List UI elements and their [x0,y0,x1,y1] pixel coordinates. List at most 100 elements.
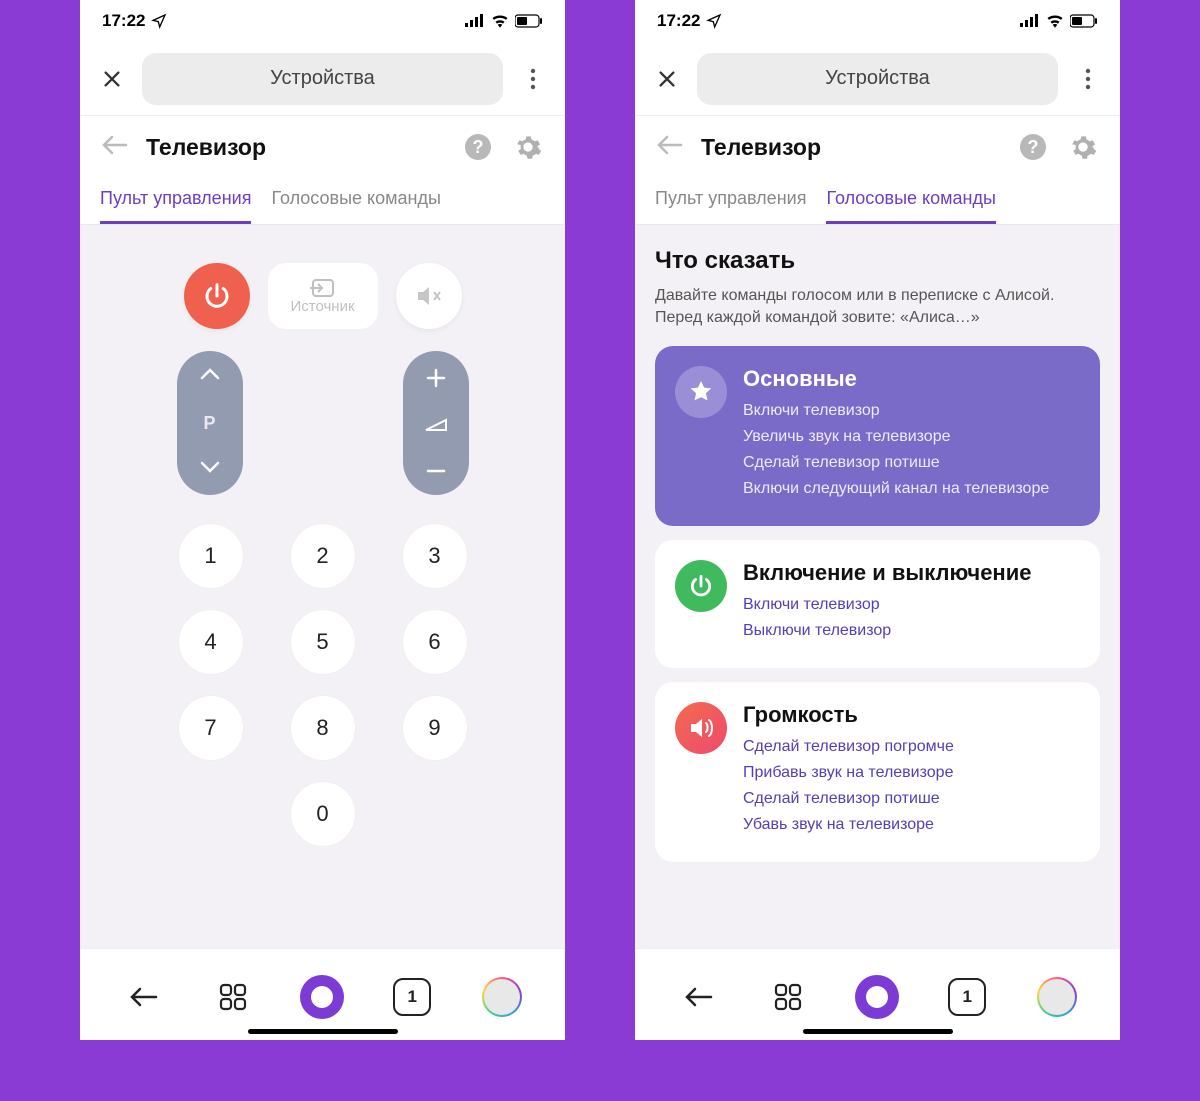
device-header: Телевизор ? [635,116,1120,178]
nav-apps-button[interactable] [766,975,810,1019]
settings-button[interactable] [1066,130,1100,164]
voice-command: Сделай телевизор потише [743,454,1080,472]
voice-subtext: Давайте команды голосом или в переписке … [655,285,1100,328]
help-button[interactable]: ? [461,130,495,164]
voice-command: Сделай телевизор погромче [743,738,1080,756]
volume-rocker [403,351,469,495]
card-list: Включи телевизор Выключи телевизор [743,596,1080,640]
tab-voice[interactable]: Голосовые команды [826,178,995,224]
avatar-icon [1037,977,1077,1017]
wifi-icon [1046,14,1064,28]
source-button[interactable]: Источник [268,263,378,329]
speaker-icon [675,702,727,754]
voice-command: Сделай телевизор потише [743,790,1080,808]
power-button[interactable] [184,263,250,329]
volume-up-button[interactable] [425,367,447,394]
numpad-3[interactable]: 3 [402,523,468,589]
nav-tabs-button[interactable]: 1 [945,975,989,1019]
voice-content: Что сказать Давайте команды голосом или … [635,225,1120,948]
voice-card-volume[interactable]: Громкость Сделай телевизор погромче Приб… [655,682,1100,862]
device-header: Телевизор ? [80,116,565,178]
status-icons [1020,14,1098,28]
device-title: Телевизор [701,134,1000,161]
numpad-5[interactable]: 5 [290,609,356,675]
card-list: Включи телевизор Увеличь звук на телевиз… [743,402,1080,498]
status-bar: 17:22 [80,0,565,42]
card-title: Основные [743,366,1080,392]
cellular-signal-icon [465,14,485,28]
settings-button[interactable] [511,130,545,164]
tab-remote[interactable]: Пульт управления [100,178,251,224]
more-menu-button[interactable] [1070,61,1106,97]
screen-title: Устройства [825,67,930,90]
nav-profile-button[interactable] [1035,975,1079,1019]
star-icon [675,366,727,418]
topbar: Устройства [635,42,1120,116]
location-arrow-icon [151,13,167,29]
card-list: Сделай телевизор погромче Прибавь звук н… [743,738,1080,834]
remote-content: Источник P 1 2 3 4 5 6 7 [80,225,565,948]
screen-title-pill[interactable]: Устройства [142,53,503,105]
back-button[interactable] [100,135,130,160]
wifi-icon [491,14,509,28]
device-title: Телевизор [146,134,445,161]
phone-voice: 17:22 Устройства [635,0,1120,1040]
numpad-2[interactable]: 2 [290,523,356,589]
voice-command: Убавь звук на телевизоре [743,816,1080,834]
voice-heading: Что сказать [655,247,1100,275]
status-time: 17:22 [102,11,145,31]
screen-title-pill[interactable]: Устройства [697,53,1058,105]
more-menu-button[interactable] [515,61,551,97]
topbar: Устройства [80,42,565,116]
nav-profile-button[interactable] [480,975,524,1019]
voice-command: Увеличь звук на телевизоре [743,428,1080,446]
numpad-9[interactable]: 9 [402,695,468,761]
numpad: 1 2 3 4 5 6 7 8 9 0 [80,523,565,847]
nav-alice-button[interactable] [855,975,899,1019]
voice-card-power[interactable]: Включение и выключение Включи телевизор … [655,540,1100,668]
help-button[interactable]: ? [1016,130,1050,164]
voice-card-main[interactable]: Основные Включи телевизор Увеличь звук н… [655,346,1100,526]
alice-icon [866,986,888,1008]
voice-command: Включи телевизор [743,402,1080,420]
home-indicator[interactable] [803,1029,953,1034]
nav-tabs-button[interactable]: 1 [390,975,434,1019]
voice-command: Прибавь звук на телевизоре [743,764,1080,782]
alice-icon [311,986,333,1008]
volume-down-button[interactable] [425,461,447,479]
nav-apps-button[interactable] [211,975,255,1019]
numpad-4[interactable]: 4 [178,609,244,675]
tab-remote[interactable]: Пульт управления [655,178,806,224]
voice-command: Включи следующий канал на телевизоре [743,480,1080,498]
tab-voice[interactable]: Голосовые команды [271,178,440,224]
cellular-signal-icon [1020,14,1040,28]
voice-command: Включи телевизор [743,596,1080,614]
nav-back-button[interactable] [676,975,720,1019]
channel-label: P [203,413,215,434]
channel-down-button[interactable] [200,460,220,479]
nav-back-button[interactable] [121,975,165,1019]
numpad-6[interactable]: 6 [402,609,468,675]
numpad-8[interactable]: 8 [290,695,356,761]
bottom-nav: 1 [635,948,1120,1040]
close-button[interactable] [94,61,130,97]
status-bar: 17:22 [635,0,1120,42]
home-indicator[interactable] [248,1029,398,1034]
nav-alice-button[interactable] [300,975,344,1019]
close-button[interactable] [649,61,685,97]
avatar-icon [482,977,522,1017]
numpad-1[interactable]: 1 [178,523,244,589]
volume-icon [424,418,448,437]
numpad-7[interactable]: 7 [178,695,244,761]
phone-remote: 17:22 Устройства [80,0,565,1040]
numpad-0[interactable]: 0 [290,781,356,847]
back-button[interactable] [655,135,685,160]
svg-text:?: ? [1028,137,1039,157]
svg-text:?: ? [473,137,484,157]
location-arrow-icon [706,13,722,29]
mute-button[interactable] [396,263,462,329]
card-title: Громкость [743,702,1080,728]
power-icon [675,560,727,612]
channel-up-button[interactable] [200,367,220,386]
voice-command: Выключи телевизор [743,622,1080,640]
